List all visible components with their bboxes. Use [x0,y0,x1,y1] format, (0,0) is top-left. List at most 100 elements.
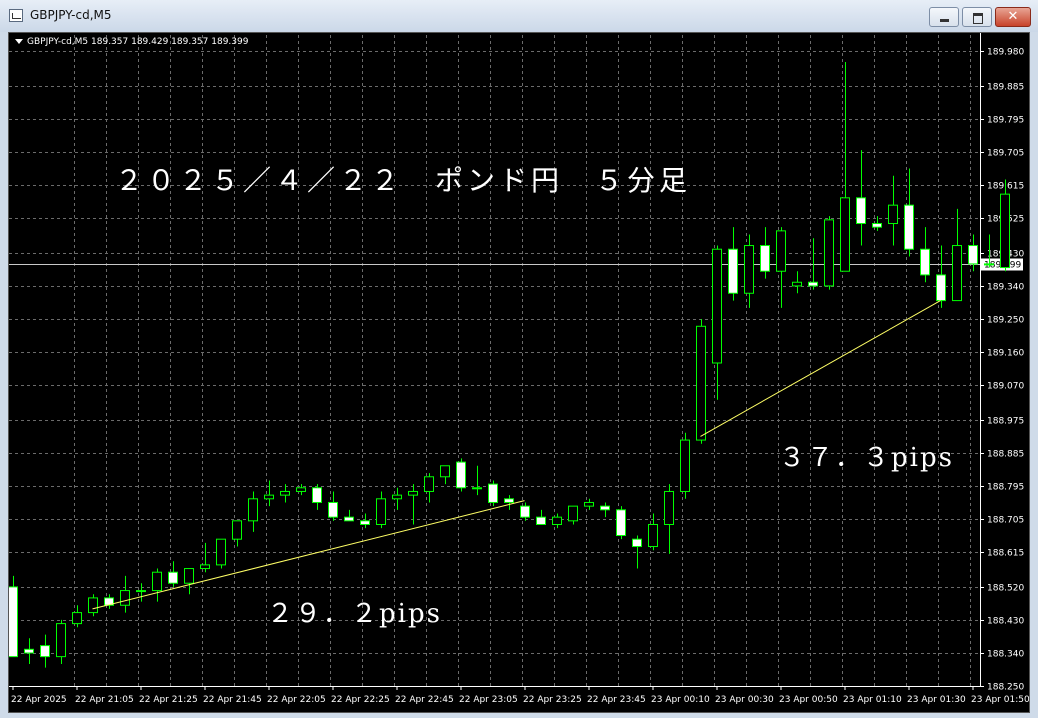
bull-candle-body [824,219,834,287]
bull-candle-body [264,494,274,500]
maximize-button[interactable] [962,7,992,27]
window-title: GBPJPY-cd,M5 [30,8,112,22]
bear-candle-body [616,509,626,537]
bull-candle-body [392,494,402,500]
bear-candle-body [472,487,482,490]
bear-candle-body [136,590,146,593]
bear-candle-body [504,498,514,503]
y-axis-label: 189.250 [987,316,1024,326]
x-axis-label: 22 Apr 22:25 [331,695,390,705]
y-axis-label: 189.160 [987,349,1024,359]
bear-candle-body [984,263,994,266]
bull-candle-body [440,465,450,478]
bull-candle-body [952,245,962,302]
bull-candle-body [184,568,194,584]
bear-candle-body [968,245,978,265]
x-axis-label: 23 Apr 01:10 [843,695,902,705]
pips-annotation-1[interactable]: ２９．２pips [267,593,442,630]
bull-candle-body [88,597,98,614]
close-icon: ✕ [1007,9,1019,24]
bull-candle-body [424,476,434,492]
y-axis-label: 189.070 [987,382,1024,392]
close-button[interactable]: ✕ [995,7,1031,27]
bear-candle-body [856,197,866,225]
bull-candle-body [296,487,306,492]
symbol-info[interactable]: GBPJPY-cd,M5 189.357 189.429 189.357 189… [15,37,248,47]
x-axis-label: 22 Apr 22:05 [267,695,326,705]
bear-candle-body [872,223,882,228]
bull-candle-body [408,490,418,496]
bear-candle-body [920,248,930,276]
bear-candle-body [728,248,738,294]
symbol-header-text: GBPJPY-cd,M5 189.357 189.429 189.357 189… [27,37,249,47]
bull-candle-body [232,520,242,540]
maximize-icon [973,13,983,24]
bull-candle-body [248,498,258,522]
bull-candle-body [680,439,690,492]
bull-candle-body [120,590,130,606]
y-axis-label: 189.795 [987,116,1024,126]
bull-candle-body [664,490,674,525]
minimize-icon [940,19,949,22]
bear-candle-body [904,204,914,250]
bear-candle-body [360,520,370,525]
bull-candle-body [280,490,290,496]
bear-candle-body [168,571,178,584]
candlestick-chart[interactable]: 189.980189.885189.795189.705189.615189.5… [9,33,1030,713]
bull-candle-body [568,505,578,522]
bear-candle-body [936,274,946,302]
bear-candle-body [488,483,498,503]
bull-candle-body [712,248,722,364]
x-axis-label: 23 Apr 01:50 [971,695,1030,705]
bear-candle-body [312,487,322,503]
minimize-button[interactable] [929,7,959,27]
title-bar[interactable]: GBPJPY-cd,M5 ✕ [0,0,1038,32]
symbol-dropdown-icon[interactable] [15,39,23,44]
y-axis-label: 189.340 [987,283,1024,293]
bull-candle-body [696,325,706,441]
y-axis-label: 188.885 [987,450,1024,460]
bull-candle-body [56,623,66,658]
y-axis-label: 188.340 [987,650,1024,660]
bear-candle-body [9,586,18,658]
price-chart[interactable]: 189.980189.885189.795189.705189.615189.5… [8,32,1030,713]
bear-candle-body [600,505,610,511]
bear-candle-body [760,245,770,272]
bull-candle-body [888,204,898,225]
y-axis-label: 188.615 [987,549,1024,559]
x-axis-label: 22 Apr 23:25 [523,695,582,705]
x-axis-label: 22 Apr 22:45 [395,695,454,705]
bear-candle-body [520,505,530,518]
x-axis-label: 22 Apr 2025 [11,695,67,705]
x-axis-label: 22 Apr 23:45 [587,695,646,705]
bear-candle-body [24,648,34,654]
x-axis-label: 22 Apr 23:05 [459,695,518,705]
bear-candle-body [632,538,642,548]
bull-candle-body [200,564,210,570]
bull-candle-body [776,230,786,272]
bull-candle-body [1000,193,1010,269]
bear-candle-body [40,645,50,658]
pips-annotation-2[interactable]: ３７．３pips [779,437,954,474]
bull-candle-body [840,197,850,272]
trendline[interactable] [700,300,941,437]
y-axis-label: 189.980 [987,48,1024,58]
chart-window-icon [9,9,23,22]
y-axis-label: 188.795 [987,483,1024,493]
y-axis-label: 188.250 [987,683,1024,693]
chart-title-annotation[interactable]: ２０２５／４／２２ ポンド円 ５分足 [115,159,691,199]
bull-candle-body [552,516,562,525]
bull-candle-body [72,612,82,625]
y-axis-label: 188.520 [987,584,1024,594]
bear-candle-body [344,516,354,522]
y-axis-label: 189.885 [987,83,1024,93]
bear-candle-body [536,516,546,525]
bull-candle-body [584,501,594,507]
x-axis-label: 23 Apr 00:50 [779,695,838,705]
x-axis-label: 23 Apr 00:30 [715,695,774,705]
bull-candle-body [744,245,754,294]
bear-candle-body [808,281,818,287]
x-axis-label: 23 Apr 00:10 [651,695,710,705]
bull-candle-body [376,498,386,525]
y-axis-label: 189.705 [987,149,1024,159]
